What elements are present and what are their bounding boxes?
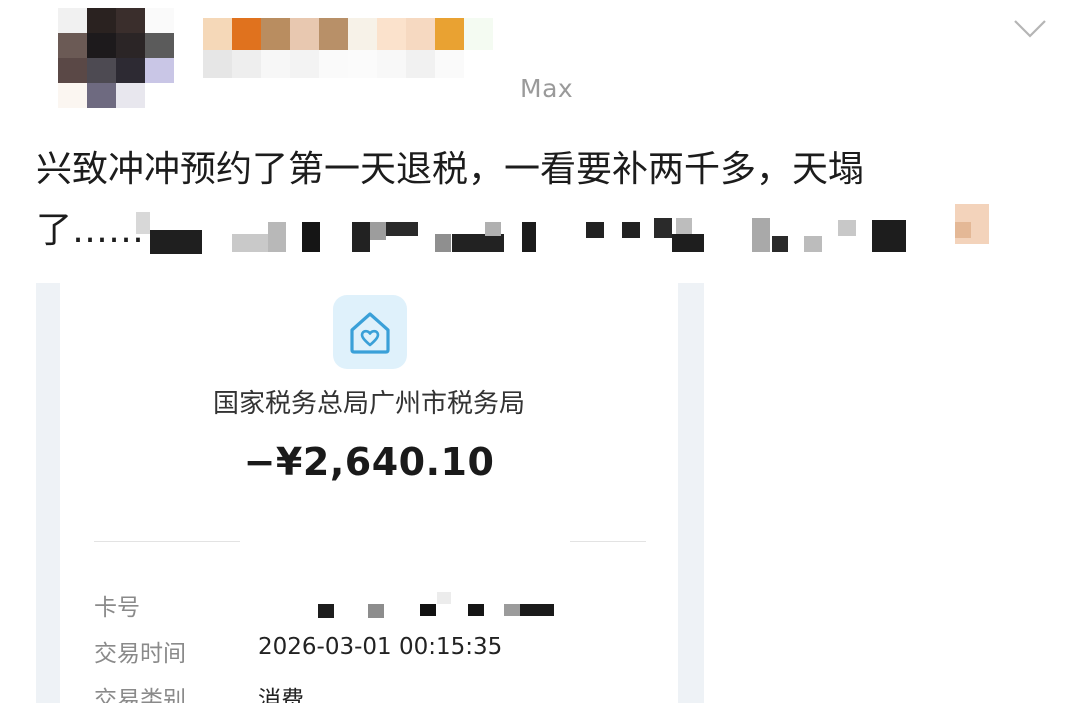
transaction-amount: −¥2,640.10 bbox=[243, 440, 495, 484]
transaction-time-value: 2026-03-01 00:15:35 bbox=[258, 634, 503, 660]
divider-right bbox=[570, 541, 646, 542]
merchant-name: 国家税务总局广州市税务局 bbox=[212, 389, 525, 419]
house-heart-icon bbox=[350, 312, 390, 354]
card-number-censored bbox=[0, 592, 1080, 620]
post-text-line1: 兴致冲冲预约了第一天退税，一看要补两千多，天塌 bbox=[36, 149, 865, 190]
merchant-icon-tile bbox=[333, 295, 407, 369]
avatar[interactable] bbox=[58, 8, 174, 108]
username-censored[interactable] bbox=[203, 18, 493, 50]
post-device-label: Max bbox=[520, 74, 574, 103]
transaction-type-label: 交易类别 bbox=[94, 687, 186, 703]
post-text-censor-mosaic bbox=[0, 204, 1080, 256]
transaction-time-label: 交易时间 bbox=[94, 641, 186, 667]
social-post-page: Max 兴致冲冲预约了第一天退税，一看要补两千多，天塌 了…… 国家税务总局广州… bbox=[0, 0, 1080, 703]
post-meta-censored bbox=[203, 50, 464, 78]
chevron-down-icon[interactable] bbox=[1012, 16, 1048, 42]
transaction-type-value: 消费 bbox=[258, 687, 304, 703]
divider-left bbox=[94, 541, 240, 542]
